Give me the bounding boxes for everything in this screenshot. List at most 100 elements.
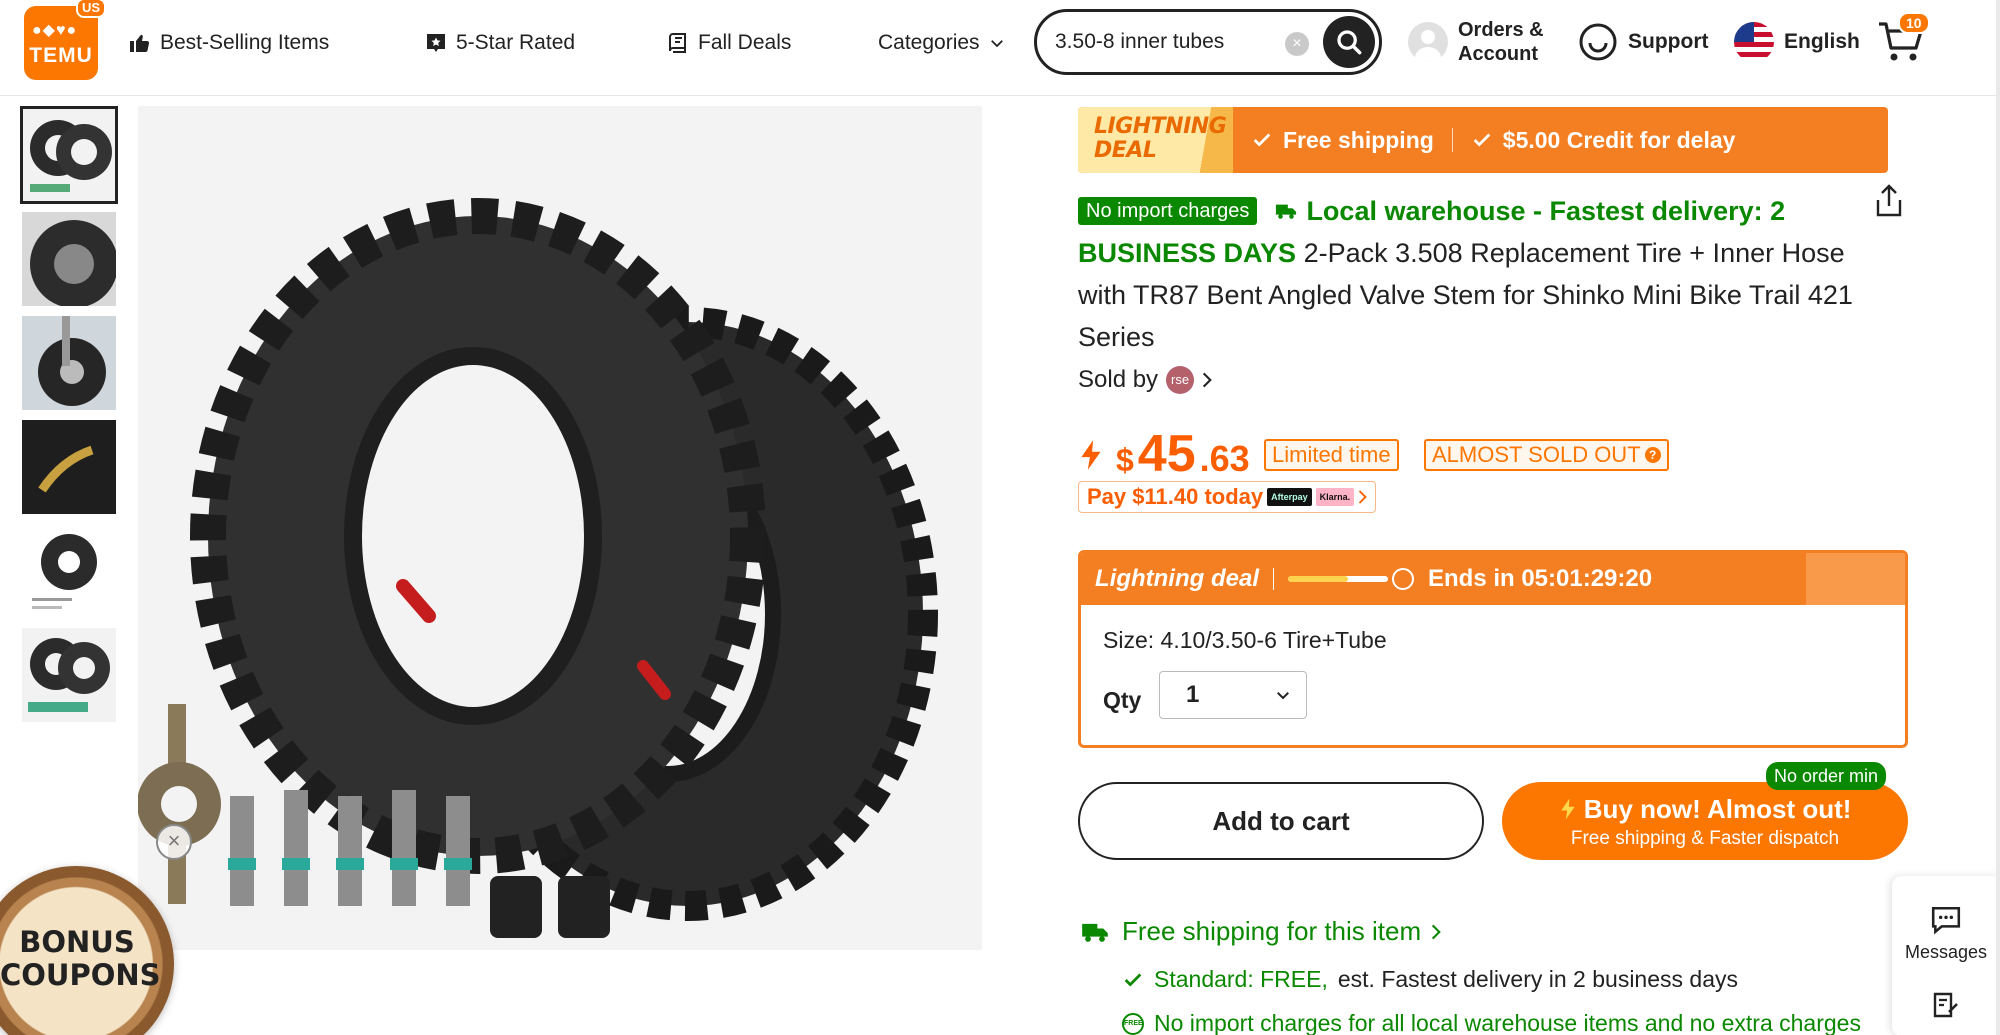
lightning-deal-header: Lightning deal Ends in 05:01:29:20 <box>1081 553 1905 605</box>
banner-credit-delay-label: $5.00 Credit for delay <box>1502 126 1736 153</box>
main-product-image[interactable] <box>138 106 982 950</box>
temu-logo[interactable]: ●◆♥● TEMU US <box>24 0 106 80</box>
qty-select[interactable]: 1 <box>1159 671 1307 719</box>
lightning-deal-logo: LIGHTNING DEAL <box>1078 107 1233 173</box>
orders-account-label: Orders & Account <box>1458 19 1544 65</box>
tire-closeup-thumbnail <box>22 212 116 306</box>
package-contents-thumbnail <box>22 628 116 722</box>
buy-now-main: Buy now! Almost out! <box>1502 794 1908 825</box>
almost-sold-out-label: ALMOST SOLD OUT <box>1432 442 1641 467</box>
pay-today-label: Pay $11.40 today <box>1087 484 1264 509</box>
free-icon: FREE <box>1122 1012 1144 1035</box>
pay-in-installments[interactable]: Pay $11.40 today Afterpay Klarna. <box>1078 481 1377 513</box>
nav-best-selling-label: Best-Selling Items <box>160 31 330 54</box>
standard-shipping-line: Standard: FREE, est. Fastest delivery in… <box>1122 966 1738 993</box>
product-title-block: No import charges Local warehouse - Fast… <box>1078 190 1858 358</box>
support-label: Support <box>1628 30 1709 53</box>
standard-free-label: Standard: FREE, <box>1154 966 1328 992</box>
clock-icon <box>1391 568 1414 590</box>
deal-progress-fill <box>1287 576 1348 582</box>
thumbnail-strip <box>20 106 118 732</box>
lightning-bolt-icon <box>1560 798 1575 820</box>
buy-now-sublabel: Free shipping & Faster dispatch <box>1570 828 1840 849</box>
star-badge-icon <box>427 34 445 52</box>
search-input[interactable] <box>1055 24 1275 60</box>
banner-free-shipping-label: Free shipping <box>1283 126 1434 153</box>
thumbnail-1[interactable] <box>20 106 118 204</box>
support-chat-icon <box>1579 23 1617 61</box>
question-icon: ? <box>1644 447 1661 463</box>
thumbnail-6[interactable] <box>22 628 116 722</box>
afterpay-logo: Afterpay <box>1267 488 1312 506</box>
nav-categories[interactable]: Categories <box>878 28 1006 58</box>
lightning-deal-logo-text: LIGHTNING DEAL <box>1094 114 1227 163</box>
add-to-cart-button[interactable]: Add to cart <box>1078 782 1484 860</box>
share-icon[interactable] <box>1874 184 1904 218</box>
thumbnail-4[interactable] <box>22 420 116 514</box>
logo-glyphs-icon: ●◆♥● <box>32 22 78 39</box>
tire-pair-thumbnail <box>22 108 116 202</box>
seller-avatar: rse <box>1166 366 1195 394</box>
clear-search-icon[interactable]: × <box>1285 32 1309 56</box>
check-icon <box>1124 973 1142 987</box>
tire-mounted-thumbnail <box>22 316 116 410</box>
thumbnail-5[interactable] <box>22 524 116 618</box>
bonus-coupons-label: BONUS COUPONS <box>0 925 161 992</box>
limited-time-tag: Limited time <box>1264 439 1399 471</box>
orders-account-menu[interactable]: Orders & Account <box>1408 18 1554 66</box>
top-header: ●◆♥● TEMU US Best-Selling Items 5-Star R… <box>0 0 2000 96</box>
nav-fall-deals-label: Fall Deals <box>698 31 792 54</box>
limited-time-label: Limited time <box>1272 442 1391 467</box>
deal-countdown: Ends in 05:01:29:20 <box>1427 565 1653 592</box>
search-bar: × <box>1034 9 1382 75</box>
check-icon <box>1473 133 1491 147</box>
messages-icon[interactable] <box>1930 904 1962 936</box>
import-charges-line: FREE No import charges for all local war… <box>1122 1010 1861 1035</box>
dimension-diagram-thumbnail <box>22 524 116 618</box>
buy-now-button[interactable]: Buy now! Almost out! Free shipping & Fas… <box>1502 782 1908 860</box>
free-shipping-link[interactable]: Free shipping for this item <box>1078 916 1441 947</box>
price-dollars: 45 <box>1137 425 1196 483</box>
import-charges-note: No import charges for all local warehous… <box>1154 1010 1861 1035</box>
thumbs-up-icon <box>130 34 150 53</box>
search-icon <box>1337 30 1362 55</box>
buy-now-label: Buy now! Almost out! <box>1583 794 1852 824</box>
free-shipping-title: Free shipping for this item <box>1122 916 1422 946</box>
avatar <box>1408 22 1448 62</box>
language-label: English <box>1784 30 1860 53</box>
chevron-right-icon <box>1202 372 1212 388</box>
chevron-down-icon <box>1277 692 1289 700</box>
delivery-truck-icon <box>1082 923 1108 942</box>
edit-note-icon[interactable] <box>1931 990 1961 1020</box>
almost-sold-out-tag[interactable]: ALMOST SOLD OUT ? <box>1424 439 1669 471</box>
support-link[interactable]: Support <box>1578 22 1708 62</box>
standard-delivery-estimate: est. Fastest delivery in 2 business days <box>1337 966 1738 992</box>
no-order-min-badge: No order min <box>1766 762 1887 790</box>
deal-divider <box>1272 568 1274 590</box>
page-scrollbar[interactable] <box>1996 0 2000 1035</box>
nav-five-star-label: 5-Star Rated <box>456 31 576 54</box>
valve-stem-thumbnail <box>22 420 116 514</box>
lightning-bolt-icon <box>1081 440 1101 470</box>
nav-best-selling[interactable]: Best-Selling Items <box>128 28 329 58</box>
search-button[interactable] <box>1323 16 1375 68</box>
side-rail: Messages <box>1892 876 2000 1035</box>
price-currency: $ <box>1116 442 1134 478</box>
thumbnail-2[interactable] <box>22 212 116 306</box>
tire-pair-photo <box>138 106 982 950</box>
lightning-deal-banner: LIGHTNING DEAL Free shipping $5.00 Credi… <box>1078 107 1888 173</box>
nav-fall-deals[interactable]: Fall Deals <box>666 28 791 58</box>
size-option[interactable]: Size: 4.10/3.50-6 Tire+Tube <box>1103 627 1387 654</box>
price-cents: .63 <box>1199 438 1250 479</box>
close-bonus-icon[interactable]: × <box>156 824 192 860</box>
chevron-right-icon <box>1358 490 1367 504</box>
leaf-icon <box>669 33 686 53</box>
sold-by-link[interactable]: Sold by rse <box>1078 366 1212 394</box>
delivery-truck-icon <box>1275 204 1297 219</box>
us-flag-icon <box>1734 22 1774 62</box>
messages-label[interactable]: Messages <box>1892 942 2000 963</box>
lightning-deal-box: Lightning deal Ends in 05:01:29:20 Size:… <box>1078 550 1908 748</box>
thumbnail-3[interactable] <box>22 316 116 410</box>
language-selector[interactable]: English <box>1734 22 1860 62</box>
nav-five-star[interactable]: 5-Star Rated <box>424 28 575 58</box>
